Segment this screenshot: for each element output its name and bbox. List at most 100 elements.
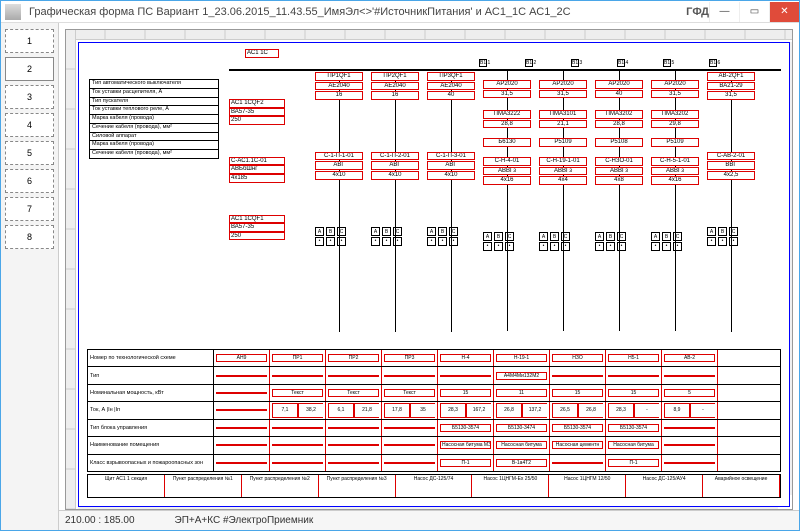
status-element: ЭП+А+КС #ЭлектроПриемник — [175, 515, 314, 526]
abc-block: ABC — [539, 232, 591, 241]
cell: АР2020 — [483, 80, 531, 89]
table-cell: АВ-2 — [664, 354, 715, 362]
table-cell: П-1 — [608, 459, 659, 467]
abc-block: ABC — [595, 232, 647, 241]
close-button[interactable]: ✕ — [769, 2, 799, 22]
feed-box: С-АС1.1С-01 — [229, 157, 285, 166]
table-cell: 8,9 — [664, 403, 690, 417]
bus-mark: В1.4 — [617, 59, 625, 67]
cell: АВГ — [427, 161, 475, 170]
bus-mark: В1.1 — [479, 59, 487, 67]
table-cell: 137,2 — [522, 403, 547, 417]
feeder-column-АВ-2: АВ-2QF1ВА21-2931,5С-АВ-2-01ВВГ4х2,5ABC••… — [707, 71, 759, 332]
table-cell — [272, 375, 323, 377]
table-rowhead: Наименование помещения — [88, 437, 214, 453]
feed-box: АС1 1СQF1 — [229, 215, 285, 224]
app-icon — [5, 4, 21, 20]
table-cell: ПР2 — [328, 354, 379, 362]
cell: 4х8 — [595, 176, 643, 185]
param-label: Марка кабеля (провода) — [90, 115, 218, 123]
cell: 4х16 — [651, 176, 699, 185]
footer-cell: Аварийное освещение — [703, 475, 780, 497]
cell: АЕ2040 — [371, 82, 419, 91]
cell: ПМА3202 — [595, 110, 643, 119]
table-cell: 6,1 — [328, 403, 354, 417]
sheet-tab-3[interactable]: 3 — [5, 85, 54, 109]
sheet-tab-5[interactable]: 5 — [5, 141, 54, 165]
main-window: Графическая форма ПС Вариант 1_23.06.201… — [0, 0, 800, 531]
abc-block: ABC — [427, 227, 479, 236]
abc-dots: ••• — [427, 237, 479, 246]
minimize-button[interactable]: — — [709, 2, 739, 22]
param-label: Сечение кабеля (провода), мм² — [90, 150, 218, 158]
footer-cell: Насос ДС-125/АУ4 — [626, 475, 703, 497]
table-cell: 26,5 — [552, 403, 578, 417]
drawing-canvas[interactable]: АС1 1С В1.1В1.2В1.3В1.4В1.5В1.6 Тип авто… — [65, 29, 793, 510]
sheet-tab-1[interactable]: 1 — [5, 29, 54, 53]
sheet-tab-4[interactable]: 4 — [5, 113, 54, 137]
cell: АР2020 — [651, 80, 699, 89]
table-cell — [216, 427, 267, 429]
table-cell: 5 — [664, 389, 715, 397]
table-cell — [552, 462, 603, 464]
abc-block: ABC — [651, 232, 703, 241]
title-bar[interactable]: Графическая форма ПС Вариант 1_23.06.201… — [1, 1, 799, 23]
feed-box: АС1 1СQF2 — [229, 99, 285, 108]
table-cell: П-1 — [440, 459, 491, 467]
table-cell: 167,2 — [466, 403, 491, 417]
cell: 4х10 — [371, 171, 419, 180]
status-coords: 210.00 : 185.00 — [65, 515, 135, 526]
cell: 31,5 — [651, 90, 699, 99]
feeder-column-ПР3: ПР3QF1АЕ204040С-1-П-3-01АВГ4х10ABC••• — [427, 71, 479, 332]
feeder-column-ПР1: ПР1QF1АЕ204016С-1-П-1-01АВГ4х10ABC••• — [315, 71, 367, 332]
table-cell — [328, 444, 379, 446]
table-cell: НЗО — [552, 354, 603, 362]
table-rowhead: Номинальная мощность, кВт — [88, 385, 214, 401]
abc-dots: ••• — [595, 242, 647, 251]
cell: Р5109 — [539, 138, 587, 147]
cell: АР2020 — [539, 80, 587, 89]
sheet-tab-8[interactable]: 8 — [5, 225, 54, 249]
cell: Б6130 — [483, 138, 531, 147]
table-cell: 11 — [496, 389, 547, 397]
cell: 4х4 — [539, 176, 587, 185]
cell: С-НЗО-01 — [595, 157, 643, 166]
feed-value: 250 — [229, 232, 285, 241]
table-cell: 35 — [410, 403, 435, 417]
table-cell — [216, 444, 267, 446]
feed-value: ВА57-35 — [229, 223, 285, 232]
sheet-tab-2[interactable]: 2 — [5, 57, 54, 81]
table-cell — [216, 392, 267, 394]
cell: 40 — [427, 91, 475, 100]
table-cell — [552, 375, 603, 377]
sheet-tab-7[interactable]: 7 — [5, 197, 54, 221]
cell: 31,5 — [483, 90, 531, 99]
table-cell — [328, 375, 379, 377]
table-cell — [608, 375, 659, 377]
cell: ВА21-29 — [707, 82, 755, 91]
table-cell: ПР3 — [384, 354, 435, 362]
table-rowhead: Класс взрывоопасных и пожароопасных зон — [88, 455, 214, 471]
sheet-tab-6[interactable]: 6 — [5, 169, 54, 193]
feeder-column-Н5-1: АР202031,5ПМА320229,8Р5109С-Н-5-1-01АВВГ… — [651, 71, 703, 331]
abc-block: ABC — [371, 227, 423, 236]
abc-block: ABC — [315, 227, 367, 236]
cell: ПМА3202 — [651, 110, 699, 119]
abc-dots: ••• — [651, 242, 703, 251]
table-cell: 26,8 — [578, 403, 603, 417]
cell: АЕ2040 — [315, 82, 363, 91]
table-cell: - — [634, 403, 659, 417]
param-label: Марка кабеля (провода) — [90, 141, 218, 149]
table-cell: 7,1 — [272, 403, 298, 417]
footer-cell: Пункт распределения №3 — [319, 475, 396, 497]
abc-dots: ••• — [315, 237, 367, 246]
cell: 4х10 — [315, 171, 363, 180]
table-cell — [328, 427, 379, 429]
cell: АР2020 — [595, 80, 643, 89]
table-cell: 15 — [440, 389, 491, 397]
cell: 16 — [371, 91, 419, 100]
footer-cell: Насос 1ЦНГМ-Ех 25/50 — [472, 475, 549, 497]
cell: АВГ — [315, 161, 363, 170]
table-cell: Н-19-1 — [496, 354, 547, 362]
maximize-button[interactable]: ▭ — [739, 2, 769, 22]
